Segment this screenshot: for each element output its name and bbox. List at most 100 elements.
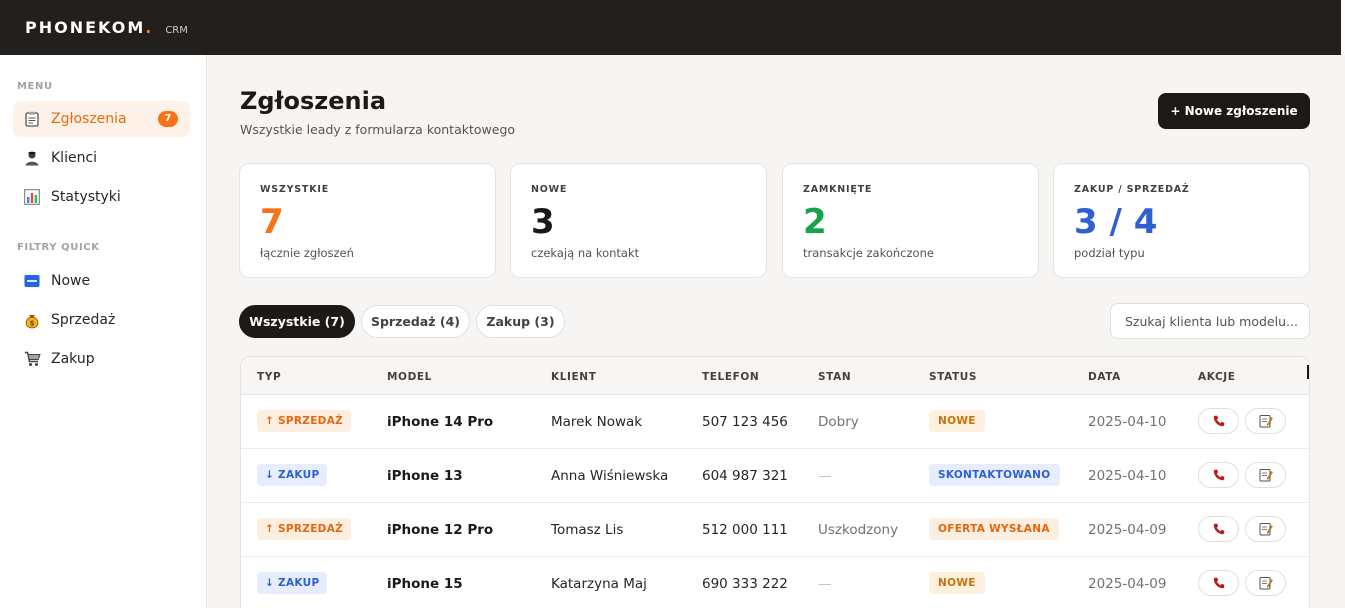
column-header[interactable]: TELEFON (702, 371, 759, 383)
model-cell: iPhone 12 Pro (387, 522, 494, 538)
tab-buy[interactable]: Zakup (3) (476, 305, 565, 338)
client-cell: Katarzyna Maj (551, 576, 647, 592)
status-badge: OFERTA WYSŁANA (929, 518, 1059, 540)
sidebar-item-klienci[interactable]: Klienci (13, 140, 190, 176)
top-bar: PHONEKOM. CRM (0, 0, 1345, 55)
filter-item-label: Nowe (51, 273, 91, 289)
table-row[interactable]: ↓ ZAKUP iPhone 15 Katarzyna Maj 690 333 … (241, 557, 1309, 608)
stat-note: czekają na kontakt (531, 246, 640, 260)
date-cell: 2025-04-09 (1088, 522, 1167, 538)
svg-text:$: $ (30, 319, 35, 327)
phone-icon (1213, 415, 1224, 427)
status-badge: SKONTAKTOWANO (929, 464, 1060, 486)
sidebar: MENU Zgłoszenia 7 Klienci Statystyki FIL… (0, 55, 207, 608)
sidebar-item-zgloszenia[interactable]: Zgłoszenia 7 (13, 101, 190, 137)
filter-item-sprzedaz[interactable]: $ Sprzedaż (13, 302, 190, 338)
condition-cell: — (818, 468, 832, 484)
memo-icon (1259, 577, 1273, 590)
stat-label: WSZYSTKIE (260, 184, 329, 195)
stat-label: NOWE (531, 184, 568, 195)
scrollbar-marker (1307, 365, 1309, 379)
count-badge: 7 (158, 111, 178, 127)
table-header: TYP MODEL KLIENT TELEFON STAN STATUS DAT… (241, 357, 1309, 395)
notes-button[interactable] (1245, 516, 1286, 542)
memo-icon (1259, 523, 1273, 536)
filters-section-label: FILTRY QUICK (17, 242, 100, 253)
stat-card-buy-sell: ZAKUP / SPRZEDAŻ 3 / 4 podział typu (1053, 163, 1310, 278)
stat-value: 7 (260, 202, 284, 242)
date-cell: 2025-04-10 (1088, 414, 1167, 430)
model-cell: iPhone 14 Pro (387, 414, 494, 430)
phone-icon (1213, 469, 1224, 481)
call-button[interactable] (1198, 570, 1239, 596)
phone-cell: 690 333 222 (702, 576, 788, 592)
column-header: AKCJE (1198, 371, 1236, 383)
table-row[interactable]: ↑ SPRZEDAŻ iPhone 12 Pro Tomasz Lis 512 … (241, 503, 1309, 557)
condition-cell: — (818, 576, 832, 592)
bar-chart-icon (23, 188, 41, 206)
money-bag-icon: $ (23, 311, 41, 329)
client-cell: Anna Wiśniewska (551, 468, 669, 484)
table-row[interactable]: ↑ SPRZEDAŻ iPhone 14 Pro Marek Nowak 507… (241, 395, 1309, 449)
phone-cell: 507 123 456 (702, 414, 788, 430)
date-cell: 2025-04-10 (1088, 468, 1167, 484)
sidebar-item-label: Klienci (51, 150, 98, 166)
column-header[interactable]: DATA (1088, 371, 1121, 383)
stat-note: transakcje zakończone (803, 246, 934, 260)
column-header[interactable]: KLIENT (551, 371, 596, 383)
model-cell: iPhone 15 (387, 576, 463, 592)
condition-cell: Uszkodzony (818, 522, 899, 538)
model-cell: iPhone 13 (387, 468, 463, 484)
column-header[interactable]: STAN (818, 371, 851, 383)
tab-all[interactable]: Wszystkie (7) (239, 305, 355, 338)
sidebar-item-label: Zgłoszenia (51, 111, 127, 127)
window-edge (1341, 0, 1345, 55)
page-title: Zgłoszenia (240, 87, 387, 115)
cart-icon (23, 350, 41, 368)
new-lead-button[interactable]: + Nowe zgłoszenie (1158, 93, 1310, 129)
notes-button[interactable] (1245, 408, 1286, 434)
menu-section-label: MENU (17, 81, 53, 92)
brand-name: PHONEKOM (25, 18, 146, 37)
brand-subtitle: CRM (165, 25, 188, 36)
tab-sell[interactable]: Sprzedaż (4) (361, 305, 470, 338)
person-icon (23, 149, 41, 167)
filter-item-zakup[interactable]: Zakup (13, 341, 190, 377)
brand-logo[interactable]: PHONEKOM. CRM (25, 18, 188, 37)
phone-icon (1213, 577, 1224, 589)
condition-cell: Dobry (818, 414, 859, 430)
phone-cell: 604 987 321 (702, 468, 788, 484)
status-badge: NOWE (929, 410, 985, 432)
stat-label: ZAMKNIĘTE (803, 184, 873, 195)
stat-note: podział typu (1074, 246, 1145, 260)
sidebar-item-statystyki[interactable]: Statystyki (13, 179, 190, 215)
sidebar-item-label: Statystyki (51, 189, 121, 205)
column-header[interactable]: MODEL (387, 371, 432, 383)
filter-item-nowe[interactable]: Nowe (13, 263, 190, 299)
table-row[interactable]: ↓ ZAKUP iPhone 13 Anna Wiśniewska 604 98… (241, 449, 1309, 503)
memo-icon (1259, 415, 1273, 428)
call-button[interactable] (1198, 408, 1239, 434)
filter-item-label: Zakup (51, 351, 95, 367)
phone-cell: 512 000 111 (702, 522, 788, 538)
page-subtitle: Wszystkie leady z formularza kontaktoweg… (240, 122, 516, 137)
memo-icon (1259, 469, 1273, 482)
call-button[interactable] (1198, 462, 1239, 488)
stat-value: 2 (803, 202, 827, 242)
type-badge: ↓ ZAKUP (257, 464, 328, 486)
date-cell: 2025-04-09 (1088, 576, 1167, 592)
type-badge: ↓ ZAKUP (257, 572, 328, 594)
notes-button[interactable] (1245, 570, 1286, 596)
type-badge: ↑ SPRZEDAŻ (257, 518, 352, 540)
stat-value: 3 (531, 202, 555, 242)
client-cell: Tomasz Lis (551, 522, 624, 538)
column-header[interactable]: TYP (257, 371, 281, 383)
column-header[interactable]: STATUS (929, 371, 977, 383)
search-input[interactable] (1110, 303, 1310, 339)
new-icon (23, 272, 41, 290)
leads-table: TYP MODEL KLIENT TELEFON STAN STATUS DAT… (240, 356, 1310, 608)
filter-item-label: Sprzedaż (51, 312, 116, 328)
call-button[interactable] (1198, 516, 1239, 542)
stat-card-all: WSZYSTKIE 7 łącznie zgłoszeń (239, 163, 496, 278)
notes-button[interactable] (1245, 462, 1286, 488)
